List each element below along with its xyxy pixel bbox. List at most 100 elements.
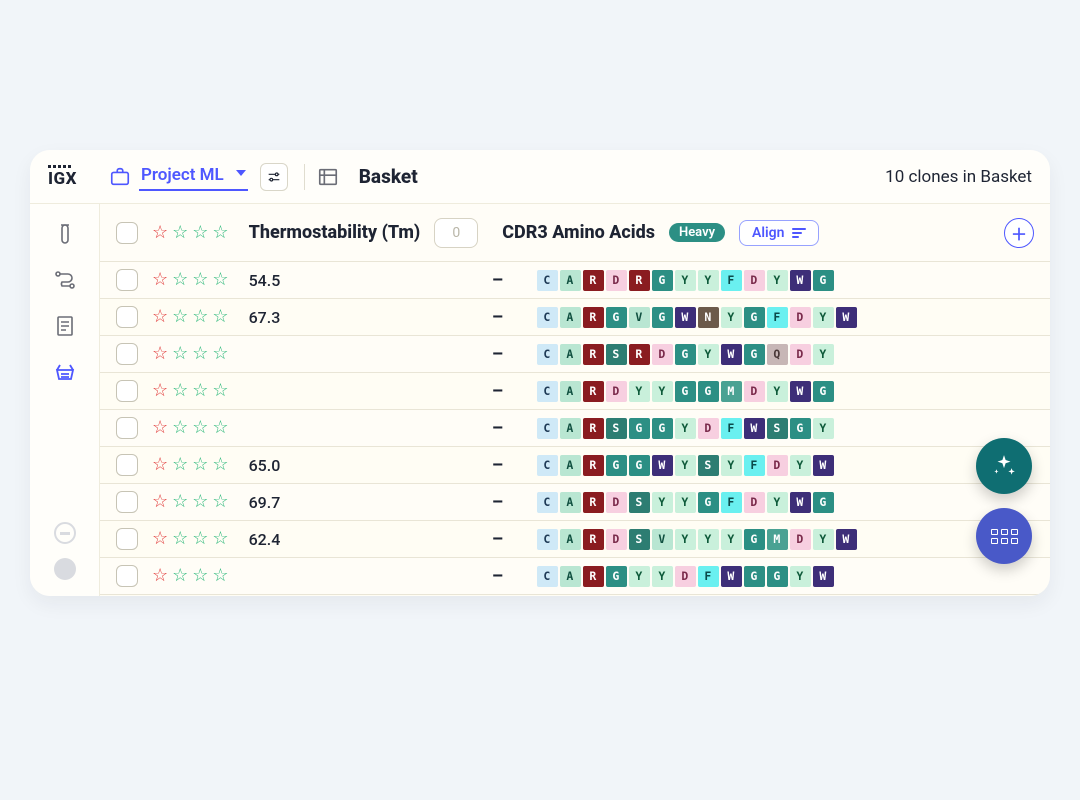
- row-checkbox[interactable]: [116, 565, 138, 587]
- star-icon[interactable]: ☆: [152, 419, 168, 437]
- dash: –: [483, 270, 513, 291]
- star-icon[interactable]: ☆: [172, 382, 188, 400]
- project-select[interactable]: Project ML: [139, 163, 248, 191]
- star-icon[interactable]: ☆: [192, 419, 208, 437]
- amino-acid-cell: R: [583, 529, 604, 550]
- amino-acid-cell: A: [560, 307, 581, 328]
- ai-fab[interactable]: [976, 438, 1032, 494]
- amino-acid-cell: R: [629, 344, 650, 365]
- row-checkbox[interactable]: [116, 528, 138, 550]
- select-all-checkbox[interactable]: [116, 222, 138, 244]
- avatar[interactable]: [54, 558, 76, 580]
- row-checkbox[interactable]: [116, 380, 138, 402]
- star-icon[interactable]: ☆: [192, 493, 208, 511]
- star-icon[interactable]: ☆: [212, 345, 228, 363]
- star-icon[interactable]: ☆: [172, 345, 188, 363]
- amino-acid-cell: D: [790, 529, 811, 550]
- amino-acid-cell: G: [675, 381, 696, 402]
- amino-acid-cell: D: [652, 344, 673, 365]
- project-name: Project ML: [141, 165, 224, 185]
- left-rail: [30, 204, 100, 596]
- star-icon[interactable]: ☆: [192, 271, 208, 289]
- star-icon[interactable]: ☆: [212, 493, 228, 511]
- star-icon[interactable]: ☆: [212, 419, 228, 437]
- star-icon[interactable]: ☆: [192, 345, 208, 363]
- row-stars: ☆☆☆☆: [152, 271, 229, 289]
- star-icon[interactable]: ☆: [172, 308, 188, 326]
- vial-icon[interactable]: [53, 222, 77, 246]
- amino-acid-cell: Y: [652, 492, 673, 513]
- add-column-button[interactable]: ＋: [1004, 218, 1034, 248]
- table-header: ☆ ☆ ☆ ☆ Thermostability (Tm) 0 CDR3 Amin…: [100, 204, 1050, 262]
- star-icon[interactable]: ☆: [212, 308, 228, 326]
- star-icon[interactable]: ☆: [152, 530, 168, 548]
- star-icon[interactable]: ☆: [212, 224, 228, 242]
- star-icon[interactable]: ☆: [172, 419, 188, 437]
- star-icon[interactable]: ☆: [172, 493, 188, 511]
- star-icon[interactable]: ☆: [192, 567, 208, 585]
- star-icon[interactable]: ☆: [152, 382, 168, 400]
- amino-acid-cell: D: [744, 492, 765, 513]
- row-checkbox[interactable]: [116, 343, 138, 365]
- cdr3-sequence: CARDSYYGFDYWG: [537, 492, 834, 513]
- row-checkbox[interactable]: [116, 269, 138, 291]
- amino-acid-cell: Y: [767, 270, 788, 291]
- amino-acid-cell: R: [583, 418, 604, 439]
- document-icon[interactable]: [53, 314, 77, 338]
- amino-acid-cell: A: [560, 344, 581, 365]
- align-button[interactable]: Align: [739, 220, 819, 246]
- col-thermostability: Thermostability (Tm): [249, 222, 421, 243]
- star-icon[interactable]: ☆: [192, 308, 208, 326]
- star-icon[interactable]: ☆: [212, 382, 228, 400]
- amino-acid-cell: Y: [767, 492, 788, 513]
- star-icon[interactable]: ☆: [212, 456, 228, 474]
- star-icon[interactable]: ☆: [192, 224, 208, 242]
- amino-acid-cell: G: [744, 307, 765, 328]
- star-icon[interactable]: ☆: [172, 567, 188, 585]
- amino-acid-cell: C: [537, 455, 558, 476]
- star-icon[interactable]: ☆: [172, 530, 188, 548]
- star-icon[interactable]: ☆: [192, 382, 208, 400]
- star-icon[interactable]: ☆: [152, 224, 168, 242]
- app-panel: IGX Project ML Basket 10 clones in Baske…: [30, 150, 1050, 596]
- row-checkbox[interactable]: [116, 417, 138, 439]
- amino-acid-cell: G: [813, 270, 834, 291]
- amino-acid-cell: W: [836, 307, 857, 328]
- amino-acid-cell: G: [698, 492, 719, 513]
- filter-button[interactable]: [260, 163, 288, 191]
- star-icon[interactable]: ☆: [212, 567, 228, 585]
- row-checkbox[interactable]: [116, 454, 138, 476]
- star-icon[interactable]: ☆: [212, 530, 228, 548]
- star-icon[interactable]: ☆: [152, 308, 168, 326]
- amino-acid-cell: G: [652, 270, 673, 291]
- basket-icon[interactable]: [53, 360, 77, 384]
- star-icon[interactable]: ☆: [192, 530, 208, 548]
- route-icon[interactable]: [53, 268, 77, 292]
- star-icon[interactable]: ☆: [212, 271, 228, 289]
- star-icon[interactable]: ☆: [172, 224, 188, 242]
- star-icon[interactable]: ☆: [172, 456, 188, 474]
- amino-acid-cell: G: [698, 381, 719, 402]
- amino-acid-cell: G: [606, 307, 627, 328]
- star-icon[interactable]: ☆: [192, 456, 208, 474]
- amino-acid-cell: G: [606, 455, 627, 476]
- star-icon[interactable]: ☆: [172, 271, 188, 289]
- dash: –: [483, 418, 513, 439]
- grid-fab[interactable]: [976, 508, 1032, 564]
- row-checkbox[interactable]: [116, 306, 138, 328]
- table-row: ☆☆☆☆62.4–CARDSVYYYGMDYW: [100, 521, 1050, 558]
- star-icon[interactable]: ☆: [152, 271, 168, 289]
- amino-acid-cell: A: [560, 492, 581, 513]
- star-icon[interactable]: ☆: [152, 493, 168, 511]
- star-icon[interactable]: ☆: [152, 456, 168, 474]
- thermostability-filter-input[interactable]: 0: [434, 218, 478, 248]
- amino-acid-cell: Y: [698, 270, 719, 291]
- star-icon[interactable]: ☆: [152, 345, 168, 363]
- star-icon[interactable]: ☆: [152, 567, 168, 585]
- amino-acid-cell: Y: [813, 529, 834, 550]
- row-stars: ☆☆☆☆: [152, 456, 229, 474]
- chat-icon[interactable]: [54, 522, 76, 544]
- list-layout-icon[interactable]: [317, 166, 339, 188]
- amino-acid-cell: G: [606, 566, 627, 587]
- row-checkbox[interactable]: [116, 491, 138, 513]
